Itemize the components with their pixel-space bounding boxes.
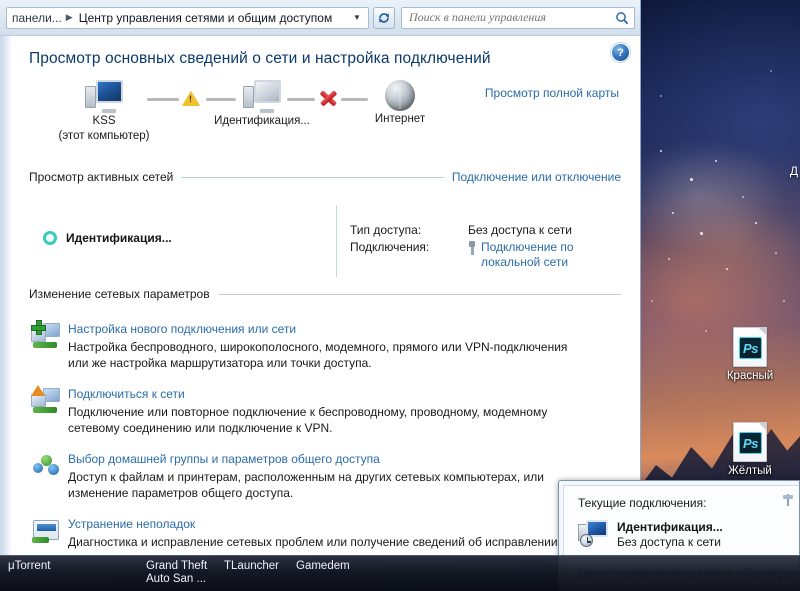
local-area-connection-link[interactable]: Подключение по локальной сети — [481, 240, 591, 270]
active-network-details: Тип доступа: Без доступа к сети Подключе… — [350, 223, 591, 273]
taskbar-button-gta[interactable]: Grand Theft Auto San ... — [138, 557, 216, 591]
ps-badge: Ps — [739, 337, 762, 359]
taskbar-button-tlauncher[interactable]: TLauncher — [216, 557, 288, 591]
flyout-connection-entry[interactable]: Идентификация... Без доступа к сети — [564, 510, 799, 550]
photoshop-file-icon: Ps — [733, 327, 767, 367]
network-ring-icon — [43, 231, 57, 245]
setting-title[interactable]: Настройка нового подключения или сети — [68, 321, 621, 337]
homegroup-icon — [29, 451, 68, 481]
search-input[interactable] — [407, 9, 615, 26]
detail-row-access-type: Тип доступа: Без доступа к сети — [350, 223, 591, 237]
setting-description: Доступ к файлам и принтерам, расположенн… — [68, 470, 544, 500]
detail-value: Без доступа к сети — [468, 223, 572, 237]
computer-network-icon — [578, 520, 608, 547]
netmap-node-label: KSS — [92, 115, 116, 127]
refresh-button[interactable] — [373, 6, 395, 29]
flyout-title: Текущие подключения: — [578, 496, 707, 510]
taskbar: μTorrent Grand Theft Auto San ... TLaunc… — [0, 555, 800, 591]
error-x-icon — [318, 88, 338, 108]
netmap-node-label: Интернет — [374, 113, 426, 125]
flyout-connection-status: Без доступа к сети — [617, 535, 721, 549]
active-network-entry[interactable]: Идентификация... — [43, 231, 172, 245]
search-box[interactable] — [401, 6, 635, 29]
address-bar: панели... ▶ Центр управления сетями и об… — [0, 0, 640, 36]
change-settings-header: Изменение сетевых параметров — [29, 287, 621, 301]
connect-to-network-icon — [29, 385, 68, 416]
netmap-node-sublabel: (этот компьютер) — [58, 130, 150, 142]
netmap-node-computer[interactable]: KSS (этот компьютер) — [44, 80, 164, 143]
active-networks-body: Идентификация... Тип доступа: Без доступ… — [12, 195, 640, 287]
window-left-edge — [0, 0, 12, 555]
netmap-node-label: Идентификация... — [214, 115, 310, 127]
page-title: Просмотр основных сведений о сети и наст… — [29, 50, 491, 67]
new-connection-icon — [29, 320, 68, 351]
active-network-divider — [336, 205, 337, 277]
detail-row-connections: Подключения: Подключение по локальной се… — [350, 240, 591, 270]
setting-description: Настройка беспроводного, широкополосного… — [68, 340, 568, 370]
flyout-connection-name: Идентификация... — [617, 520, 723, 534]
ps-badge: Ps — [739, 432, 762, 454]
taskbar-button-gamedem[interactable]: Gamedem — [288, 557, 368, 591]
setting-title[interactable]: Выбор домашней группы и параметров общег… — [68, 451, 621, 467]
search-icon — [616, 11, 629, 24]
setting-description: Диагностика и исправление сетевых пробле… — [68, 535, 558, 549]
taskbar-button-utorrent[interactable]: μTorrent — [0, 557, 110, 591]
setting-item-troubleshoot[interactable]: Устранение неполадок Диагностика и испра… — [29, 501, 621, 550]
setting-title[interactable]: Подключиться к сети — [68, 386, 621, 402]
netmap-link-1a — [147, 98, 179, 101]
view-full-map-link[interactable]: Просмотр полной карты — [485, 86, 619, 100]
desktop-icon-krasnyi[interactable]: Ps Красный — [713, 327, 787, 382]
section-rule — [217, 293, 621, 295]
control-panel-window: панели... ▶ Центр управления сетями и об… — [0, 0, 641, 556]
network-adapter-icon — [468, 241, 476, 255]
computer-icon — [85, 80, 123, 113]
setting-title[interactable]: Устранение неполадок — [68, 516, 621, 532]
setting-description: Подключение или повторное подключение к … — [68, 405, 548, 435]
content-pane: ? Просмотр основных сведений о сети и на… — [12, 36, 640, 555]
section-title: Просмотр активных сетей — [29, 170, 174, 184]
netmap-node-network[interactable]: Идентификация... — [192, 80, 332, 128]
photoshop-file-icon: Ps — [733, 422, 767, 462]
taskbar-button-label: Gamedem — [296, 560, 350, 572]
detail-key: Тип доступа: — [350, 223, 422, 237]
desktop-icon-label: Красный — [726, 370, 774, 382]
netmap-node-internet[interactable]: Интернет — [340, 80, 460, 126]
breadcrumb-current[interactable]: Центр управления сетями и общим доступом — [77, 11, 335, 25]
change-settings-list: Настройка нового подключения или сети На… — [12, 310, 640, 550]
troubleshoot-icon — [29, 516, 68, 546]
netmap-link-2a — [287, 98, 315, 101]
section-rule — [181, 176, 444, 178]
network-map: Просмотр полной карты KSS (этот компьюте… — [12, 80, 640, 148]
refresh-icon — [379, 12, 390, 23]
taskbar-button-label: TLauncher — [224, 560, 279, 572]
desktop-edge-label: Д — [789, 164, 798, 178]
breadcrumb[interactable]: панели... ▶ Центр управления сетями и об… — [6, 6, 369, 29]
taskbar-button-label: Grand Theft Auto San ... — [146, 560, 208, 585]
taskbar-button-label: μTorrent — [8, 560, 51, 572]
connect-disconnect-link[interactable]: Подключение или отключение — [444, 170, 621, 184]
desktop-icon-zhyoltyi[interactable]: Ps Жёлтый — [713, 422, 787, 477]
pin-icon[interactable] — [783, 494, 793, 506]
detail-key: Подключения: — [350, 240, 430, 254]
multiple-networks-icon — [243, 80, 281, 113]
breadcrumb-separator-icon: ▶ — [65, 12, 73, 22]
breadcrumb-root[interactable]: панели... — [10, 11, 64, 25]
setting-item-new-connection[interactable]: Настройка нового подключения или сети На… — [29, 310, 621, 371]
active-network-name: Идентификация... — [66, 231, 172, 245]
setting-item-connect-to-network[interactable]: Подключиться к сети Подключение или повт… — [29, 371, 621, 436]
section-title: Изменение сетевых параметров — [29, 287, 210, 301]
globe-icon — [385, 80, 415, 111]
active-networks-header: Просмотр активных сетей Подключение или … — [29, 170, 621, 184]
setting-item-homegroup[interactable]: Выбор домашней группы и параметров общег… — [29, 436, 621, 501]
desktop-icon-label: Жёлтый — [728, 465, 772, 477]
chevron-down-icon[interactable]: ▼ — [349, 9, 365, 27]
help-button[interactable]: ? — [612, 44, 629, 61]
